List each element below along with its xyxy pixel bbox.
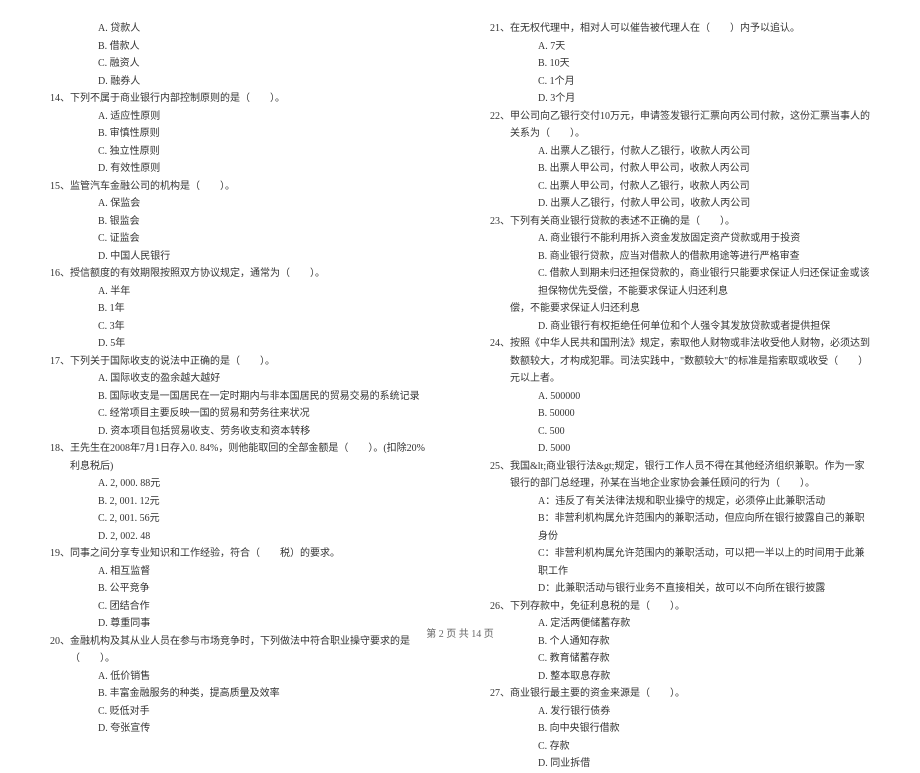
option-text: C. 团结合作 <box>50 598 430 616</box>
question-text: 24、按照《中华人民共和国刑法》规定，索取他人财物或非法收受他人财物，必须达到数… <box>490 335 870 388</box>
option-text: D. 整本取息存款 <box>490 668 870 686</box>
option-text: C：非营利机构属允许范围内的兼职活动，可以把一半以上的时间用于此兼职工作 <box>490 545 870 580</box>
question-text: 22、甲公司向乙银行交付10万元，申请签发银行汇票向丙公司付款，这份汇票当事人的… <box>490 108 870 143</box>
option-text: C. 存款 <box>490 738 870 756</box>
option-text: D. 夸张宣传 <box>50 720 430 738</box>
option-text: B. 审慎性原则 <box>50 125 430 143</box>
option-text: C. 独立性原则 <box>50 143 430 161</box>
option-text: A. 商业银行不能利用拆入资金发放固定资产贷款或用于投资 <box>490 230 870 248</box>
option-text: A. 500000 <box>490 388 870 406</box>
question-text: 21、在无权代理中，相对人可以催告被代理人在（ ）内予以追认。 <box>490 20 870 38</box>
option-text: C. 贬低对手 <box>50 703 430 721</box>
right-column: 21、在无权代理中，相对人可以催告被代理人在（ ）内予以追认。 A. 7天 B.… <box>490 20 870 600</box>
option-text: B. 向中央银行借款 <box>490 720 870 738</box>
option-text: A. 7天 <box>490 38 870 56</box>
option-text: D. 出票人乙银行，付款人甲公司，收款人丙公司 <box>490 195 870 213</box>
option-text: B. 10天 <box>490 55 870 73</box>
option-text: B. 50000 <box>490 405 870 423</box>
question-text: 23、下列有关商业银行贷款的表述不正确的是（ ）。 <box>490 213 870 231</box>
option-text: D：此兼职活动与银行业务不直接相关，故可以不向所在银行披露 <box>490 580 870 598</box>
option-text: B. 出票人甲公司，付款人甲公司，收款人丙公司 <box>490 160 870 178</box>
option-text: A. 发行银行债券 <box>490 703 870 721</box>
option-text: C. 1个月 <box>490 73 870 91</box>
option-text: B. 借款人 <box>50 38 430 56</box>
option-text: A：违反了有关法律法规和职业操守的规定，必须停止此兼职活动 <box>490 493 870 511</box>
option-text: A. 半年 <box>50 283 430 301</box>
option-text: C. 出票人甲公司，付款人乙银行，收款人丙公司 <box>490 178 870 196</box>
option-text: A. 低价销售 <box>50 668 430 686</box>
option-text: C. 3年 <box>50 318 430 336</box>
option-text: C. 融资人 <box>50 55 430 73</box>
option-text: D. 5000 <box>490 440 870 458</box>
option-text: D. 3个月 <box>490 90 870 108</box>
left-column: A. 贷款人 B. 借款人 C. 融资人 D. 融券人 14、下列不属于商业银行… <box>50 20 430 600</box>
question-text: 14、下列不属于商业银行内部控制原则的是（ ）。 <box>50 90 430 108</box>
option-text: A. 相互监督 <box>50 563 430 581</box>
option-text: D. 融券人 <box>50 73 430 91</box>
question-text: 26、下列存款中，免征利息税的是（ ）。 <box>490 598 870 616</box>
option-text: B：非营利机构属允许范围内的兼职活动，但应向所在银行披露自己的兼职身份 <box>490 510 870 545</box>
option-text: C. 证监会 <box>50 230 430 248</box>
question-text: 16、授信额度的有效期限按照双方协议规定，通常为（ ）。 <box>50 265 430 283</box>
option-text: B. 银监会 <box>50 213 430 231</box>
option-text: A. 2, 000. 88元 <box>50 475 430 493</box>
option-text: C. 500 <box>490 423 870 441</box>
option-text: C. 教育储蓄存款 <box>490 650 870 668</box>
question-text: 19、同事之间分享专业知识和工作经验，符合（ 税）的要求。 <box>50 545 430 563</box>
option-text: C. 经常项目主要反映一国的贸易和劳务往来状况 <box>50 405 430 423</box>
option-text: A. 出票人乙银行，付款人乙银行，收款人丙公司 <box>490 143 870 161</box>
option-text: D. 资本项目包括贸易收支、劳务收支和资本转移 <box>50 423 430 441</box>
option-text: B. 2, 001. 12元 <box>50 493 430 511</box>
question-text: 27、商业银行最主要的资金来源是（ ）。 <box>490 685 870 703</box>
option-text: D. 5年 <box>50 335 430 353</box>
option-text: C. 借款人到期未归还担保贷款的，商业银行只能要求保证人归还保证金或该担保物优先… <box>490 265 870 300</box>
option-text: A. 保监会 <box>50 195 430 213</box>
option-text: D. 有效性原则 <box>50 160 430 178</box>
option-text: C. 2, 001. 56元 <box>50 510 430 528</box>
question-text: 18、王先生在2008年7月1日存入0. 84%，则他能取回的全部金额是（ ）。… <box>50 440 430 475</box>
option-text: B. 商业银行贷款，应当对借款人的借款用途等进行严格审查 <box>490 248 870 266</box>
option-text: A. 适应性原则 <box>50 108 430 126</box>
option-text: D. 中国人民银行 <box>50 248 430 266</box>
question-text: 15、监管汽车金融公司的机构是（ ）。 <box>50 178 430 196</box>
option-text: A. 贷款人 <box>50 20 430 38</box>
option-text: B. 国际收支是一国居民在一定时期内与非本国居民的贸易交易的系统记录 <box>50 388 430 406</box>
page-footer: 第 2 页 共 14 页 <box>0 625 920 640</box>
option-text: B. 丰富金融服务的种类，提高质量及效率 <box>50 685 430 703</box>
option-text: B. 公平竞争 <box>50 580 430 598</box>
question-text: 17、下列关于国际收支的说法中正确的是（ ）。 <box>50 353 430 371</box>
option-text: D. 2, 002. 48 <box>50 528 430 546</box>
question-text: 25、我国&lt;商业银行法&gt;规定，银行工作人员不得在其他经济组织兼职。作… <box>490 458 870 493</box>
option-wrap: 偿，不能要求保证人归还利息 <box>490 300 870 318</box>
option-text: B. 1年 <box>50 300 430 318</box>
option-text: A. 国际收支的盈余越大越好 <box>50 370 430 388</box>
option-text: D. 商业银行有权拒绝任何单位和个人强令其发放贷款或者提供担保 <box>490 318 870 336</box>
option-text: D. 同业拆借 <box>490 755 870 773</box>
